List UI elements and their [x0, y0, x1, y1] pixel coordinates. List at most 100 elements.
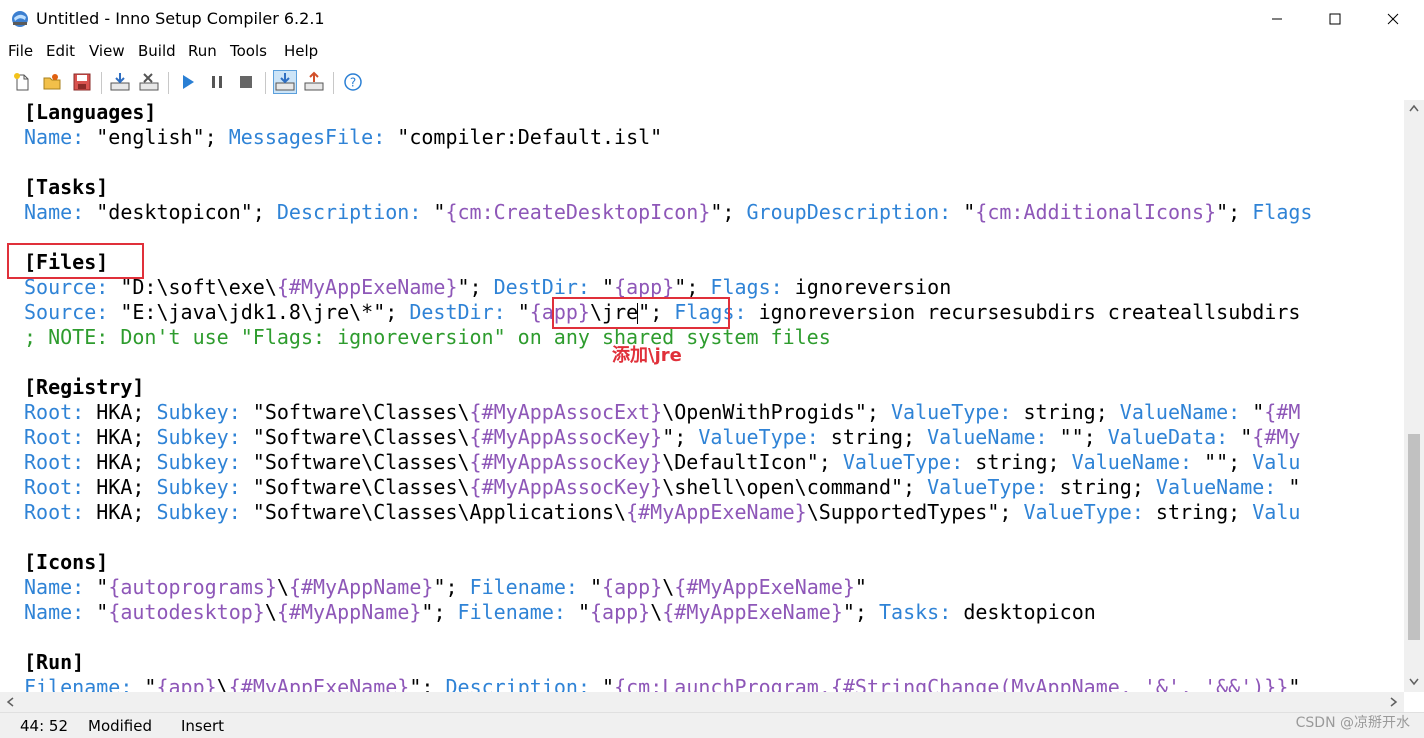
- code-text: ": [951, 200, 976, 224]
- section-header: [Run]: [24, 650, 85, 674]
- keyword: GroupDescription: [746, 200, 940, 224]
- keyword: :: [228, 475, 241, 499]
- menu-tools[interactable]: Tools: [230, 42, 267, 60]
- run-button[interactable]: [176, 70, 200, 94]
- code-line[interactable]: Name: "desktopicon"; Description: "{cm:C…: [24, 200, 1312, 225]
- code-line[interactable]: Root: HKA; Subkey: "Software\Classes\{#M…: [24, 475, 1312, 500]
- open-button[interactable]: [40, 70, 64, 94]
- code-line[interactable]: [Icons]: [24, 550, 1312, 575]
- keyword: :: [939, 600, 952, 624]
- menu-help[interactable]: Help: [284, 42, 318, 60]
- code-line[interactable]: Name: "{autodesktop}\{#MyAppName}"; File…: [24, 600, 1312, 625]
- code-text: \DefaultIcon";: [662, 450, 843, 474]
- code-text: \SupportedTypes";: [806, 500, 1024, 524]
- status-bar: 44: 52 Modified Insert: [0, 712, 1424, 738]
- scroll-right-icon[interactable]: [1390, 697, 1398, 707]
- keyword: Description: [445, 675, 578, 692]
- insert-mode: Insert: [181, 717, 225, 735]
- new-file-icon: [14, 73, 29, 91]
- code-line[interactable]: [24, 225, 1312, 250]
- keyword: :: [228, 500, 241, 524]
- menu-view[interactable]: View: [89, 42, 125, 60]
- code-line[interactable]: [Tasks]: [24, 175, 1312, 200]
- code-editor[interactable]: [Languages] Name: "english"; MessagesFile…: [0, 100, 1404, 692]
- code-line[interactable]: Filename: "{app}\{#MyAppExeName}"; Descr…: [24, 675, 1312, 692]
- help-button[interactable]: ?: [341, 70, 365, 94]
- code-text: string;: [1047, 475, 1156, 499]
- maximize-button[interactable]: [1306, 0, 1364, 38]
- code-text: ": [589, 675, 615, 692]
- keyword: :: [577, 275, 590, 299]
- scroll-up-icon[interactable]: [1409, 104, 1419, 112]
- code-line[interactable]: [Languages]: [24, 100, 1312, 125]
- code-line[interactable]: Root: HKA; Subkey: "Software\Classes\App…: [24, 500, 1312, 525]
- code-text: ": [132, 675, 157, 692]
- keyword: :: [120, 675, 133, 692]
- compile-button[interactable]: [108, 70, 132, 94]
- save-button[interactable]: [70, 70, 94, 94]
- keyword: :: [1131, 500, 1144, 524]
- constant: {app}: [614, 275, 675, 299]
- code-line[interactable]: Root: HKA; Subkey: "Software\Classes\{#M…: [24, 450, 1312, 475]
- help-icon: ?: [344, 73, 362, 91]
- keyword: ValueName: [1119, 400, 1229, 424]
- keyword: Flags: [1252, 200, 1313, 224]
- close-button[interactable]: [1364, 0, 1422, 38]
- code-line[interactable]: [Files]: [24, 250, 1312, 275]
- keyword: :: [228, 450, 241, 474]
- menu-edit[interactable]: Edit: [46, 42, 75, 60]
- keyword: :: [228, 400, 241, 424]
- target-uninstall-button[interactable]: [302, 70, 326, 94]
- new-file-button[interactable]: [10, 70, 34, 94]
- code-line[interactable]: [24, 525, 1312, 550]
- script-text[interactable]: [Languages] Name: "english"; MessagesFile…: [24, 100, 1312, 692]
- code-text: HKA;: [84, 450, 157, 474]
- menu-file[interactable]: File: [8, 42, 33, 60]
- keyword: :: [770, 275, 783, 299]
- keyword: DestDir: [409, 300, 494, 324]
- menu-build[interactable]: Build: [138, 42, 176, 60]
- constant: {#MyAppExeName}: [662, 600, 843, 624]
- code-line[interactable]: Root: HKA; Subkey: "Software\Classes\{#M…: [24, 400, 1312, 425]
- scroll-down-icon[interactable]: [1409, 678, 1419, 686]
- code-text: ": [505, 300, 530, 324]
- horizontal-scrollbar[interactable]: [0, 692, 1404, 712]
- scroll-left-icon[interactable]: [6, 697, 14, 707]
- constant: {#MyAppAssocExt}: [469, 400, 663, 424]
- section-header: [Registry]: [24, 375, 145, 399]
- code-line[interactable]: [24, 625, 1312, 650]
- terminate-button[interactable]: [234, 70, 258, 94]
- keyword: ValueType: [927, 475, 1036, 499]
- code-text: ": [577, 575, 603, 599]
- code-text: ignoreversion recursesubdirs createallsu…: [746, 300, 1301, 324]
- terminate-icon: [240, 76, 252, 88]
- code-text: ";: [674, 275, 711, 299]
- keyword: :: [72, 475, 85, 499]
- code-line[interactable]: [Registry]: [24, 375, 1312, 400]
- code-line[interactable]: Name: "english"; MessagesFile: "compiler…: [24, 125, 1312, 150]
- keyword: :: [565, 575, 578, 599]
- pause-button[interactable]: [205, 70, 229, 94]
- code-line[interactable]: [Run]: [24, 650, 1312, 675]
- watermark: CSDN @凉掰开水: [1295, 715, 1410, 731]
- caret-position: 44: 52: [20, 717, 68, 735]
- close-icon: [1387, 13, 1399, 25]
- code-line[interactable]: Name: "{autoprograms}\{#MyAppName}"; Fil…: [24, 575, 1312, 600]
- keyword: :: [999, 400, 1012, 424]
- keyword: ValueName: [1155, 475, 1265, 499]
- vertical-scrollbar[interactable]: [1404, 100, 1424, 692]
- code-text: ";: [409, 675, 446, 692]
- keyword: ValueType: [842, 450, 952, 474]
- keyword: Subkey: [156, 450, 229, 474]
- vertical-scroll-thumb[interactable]: [1408, 434, 1420, 640]
- stop-compile-button[interactable]: [137, 70, 161, 94]
- code-text: "compiler:Default.isl": [385, 125, 663, 149]
- constant: {autodesktop}: [108, 600, 265, 624]
- menu-run[interactable]: Run: [188, 42, 217, 60]
- code-line[interactable]: Root: HKA; Subkey: "Software\Classes\{#M…: [24, 425, 1312, 450]
- keyword: :: [72, 600, 85, 624]
- minimize-button[interactable]: [1248, 0, 1306, 38]
- code-line[interactable]: [24, 150, 1312, 175]
- target-setup-button[interactable]: [273, 70, 297, 94]
- keyword: Root: [24, 450, 73, 474]
